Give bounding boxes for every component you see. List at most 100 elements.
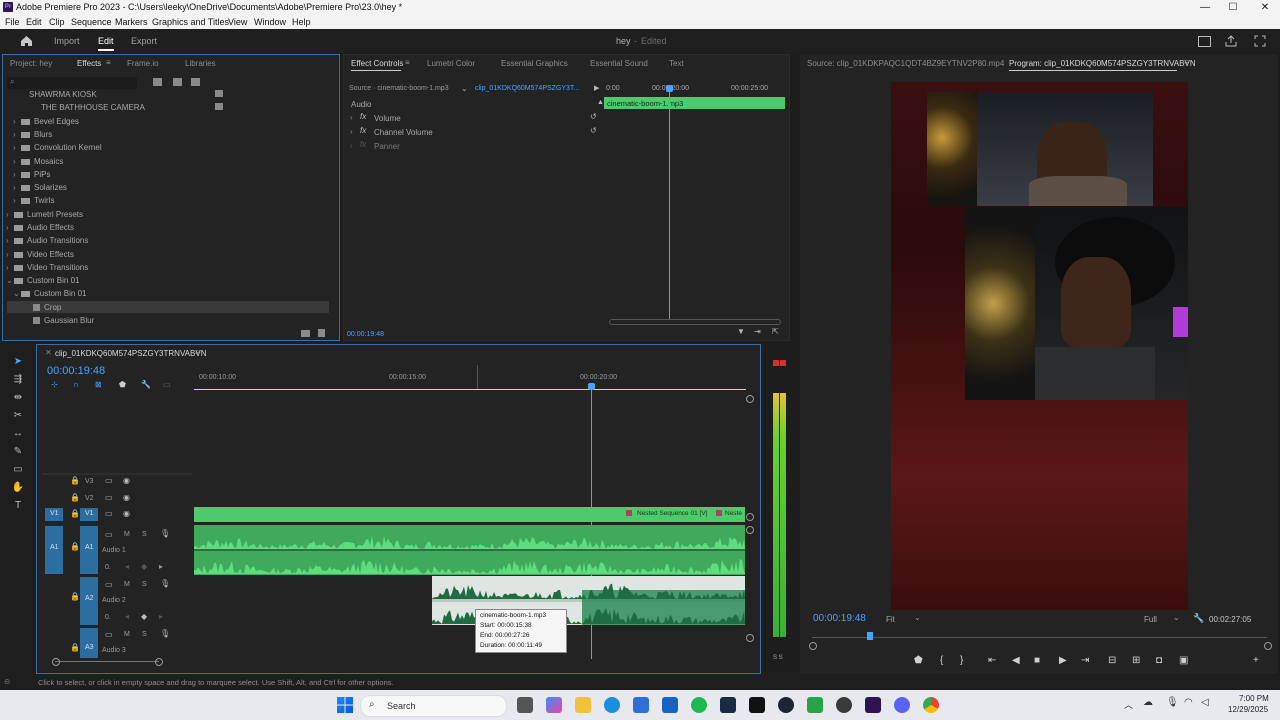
mark-out-icon[interactable]: } xyxy=(960,655,963,666)
add-marker-icon[interactable]: ⬟ xyxy=(914,655,923,666)
meter-solo-labels[interactable]: S S xyxy=(773,655,783,661)
steam-icon[interactable] xyxy=(720,697,736,713)
track-select-tool-icon[interactable]: ⇶ xyxy=(11,373,25,387)
list-item[interactable]: ⌄ Custom Bin 01 xyxy=(6,276,79,285)
mute-button[interactable]: M xyxy=(124,581,130,588)
nest-icon[interactable]: ⊹ xyxy=(51,380,58,389)
scrub-end-handle[interactable] xyxy=(1264,642,1272,650)
sequence-tab[interactable]: clip_01KDKQ60M574PSZGY3TRNVABVN xyxy=(55,349,206,358)
extract-icon[interactable]: ⊞ xyxy=(1132,655,1140,666)
hand-tool-icon[interactable]: ✋ xyxy=(11,481,25,495)
track-target-a2[interactable]: A2 xyxy=(80,577,98,625)
filter-icon[interactable]: ▼ xyxy=(737,327,745,336)
collapse-icon[interactable]: ▲ xyxy=(597,99,604,106)
toggle-sync-icon[interactable]: ▭ xyxy=(105,509,113,518)
toggle-sync-icon[interactable]: ▭ xyxy=(105,476,113,485)
list-item[interactable]: THE BATHHOUSE CAMERA xyxy=(41,103,145,112)
stop-icon[interactable]: ■ xyxy=(1034,655,1040,666)
fx-row-panner[interactable]: › fx Panner xyxy=(350,140,600,152)
close-icon[interactable]: ✕ xyxy=(45,348,52,357)
type-tool-icon[interactable]: T xyxy=(11,499,25,513)
ec-zoom-scrollbar[interactable] xyxy=(609,319,781,325)
menu-markers[interactable]: Markers xyxy=(115,17,148,27)
list-item[interactable]: Gaussian Blur xyxy=(33,316,94,325)
vscroll-handle[interactable] xyxy=(746,513,754,521)
tab-text[interactable]: Text xyxy=(669,59,684,68)
minimize-button[interactable]: — xyxy=(1190,0,1220,15)
program-timecode[interactable]: 00:00:19:48 xyxy=(813,613,866,624)
ripple-edit-tool-icon[interactable]: ⇹ xyxy=(11,391,25,405)
sheets-icon[interactable] xyxy=(807,697,823,713)
tab-export[interactable]: Export xyxy=(131,36,157,46)
reset-icon[interactable]: ↺ xyxy=(590,112,597,121)
32bit-effects-icon[interactable] xyxy=(173,78,182,86)
list-item[interactable]: Crop xyxy=(33,303,61,312)
lock-icon[interactable]: 🔒 xyxy=(70,493,80,502)
menu-window[interactable]: Window xyxy=(254,17,286,27)
timeline-hscroll[interactable] xyxy=(55,661,159,662)
track-target-a3[interactable]: A3 xyxy=(80,628,98,658)
lock-icon[interactable]: 🔒 xyxy=(70,476,80,485)
store-icon[interactable] xyxy=(633,697,649,713)
accelerated-effects-icon[interactable] xyxy=(153,78,162,86)
list-item[interactable]: SHAWRMA KIOSK xyxy=(29,90,97,99)
hscroll-end-handle[interactable] xyxy=(155,658,163,666)
scrub-start-handle[interactable] xyxy=(809,642,817,650)
lift-icon[interactable]: ⊟ xyxy=(1108,655,1116,666)
menu-sequence[interactable]: Sequence xyxy=(71,17,112,27)
fx-row-channel-volume[interactable]: › fx Channel Volume ↺ xyxy=(350,126,600,138)
solo-button[interactable]: S xyxy=(142,631,147,638)
taskbar-time[interactable]: 7:00 PM xyxy=(1239,694,1269,703)
reset-icon[interactable]: ↺ xyxy=(590,126,597,135)
add-button-icon[interactable]: + xyxy=(1253,655,1259,666)
panel-menu-icon[interactable]: ≡ xyxy=(405,58,410,67)
vscroll-handle[interactable] xyxy=(746,634,754,642)
fx-row-volume[interactable]: › fx Volume ↺ xyxy=(350,112,600,124)
source-patch-v1[interactable]: V1 xyxy=(45,508,63,521)
list-item[interactable]: › Audio Transitions xyxy=(6,236,88,245)
linked-selection-icon[interactable]: ⊠ xyxy=(95,380,102,389)
tab-essential-sound[interactable]: Essential Sound xyxy=(590,59,648,68)
menu-help[interactable]: Help xyxy=(292,17,311,27)
menu-file[interactable]: File xyxy=(5,17,20,27)
list-item[interactable]: › Bevel Edges xyxy=(13,117,79,126)
keyframe-icon[interactable]: ◆ xyxy=(141,562,147,571)
fl-studio-icon[interactable] xyxy=(749,697,765,713)
comparison-view-icon[interactable]: ▣ xyxy=(1179,655,1188,666)
play-icon[interactable]: ▶ xyxy=(1059,655,1067,666)
selection-tool-icon[interactable]: ➤ xyxy=(11,355,25,369)
ec-clip-bar[interactable]: cinematic-boom-1.mp3 xyxy=(604,97,785,109)
list-item[interactable]: › Video Effects xyxy=(6,250,74,259)
track-target-a1[interactable]: A1 xyxy=(80,526,98,574)
panel-menu-icon[interactable]: ≡ xyxy=(195,348,200,357)
captions-icon[interactable]: ▭ xyxy=(163,380,171,389)
program-playhead[interactable] xyxy=(867,632,873,640)
solo-button[interactable]: S xyxy=(142,531,147,538)
tab-libraries[interactable]: Libraries xyxy=(185,59,216,68)
discord-icon[interactable] xyxy=(894,697,910,713)
eye-icon[interactable]: ◉ xyxy=(123,476,130,485)
microphone-icon[interactable]: 🎙 xyxy=(160,579,170,588)
source-patch-a1[interactable]: A1 xyxy=(45,526,63,574)
list-item[interactable]: › Blurs xyxy=(13,130,52,139)
program-scrubber[interactable] xyxy=(812,637,1267,638)
capcut-icon[interactable] xyxy=(778,697,794,713)
playhead-handle[interactable] xyxy=(666,85,673,92)
export-frame-icon[interactable]: ⇥ xyxy=(754,327,761,336)
timeline-timecode[interactable]: 00:00:19:48 xyxy=(47,365,105,377)
chrome-icon[interactable] xyxy=(923,697,939,713)
copilot-icon[interactable] xyxy=(546,697,562,713)
go-to-out-icon[interactable]: ⇥ xyxy=(1081,655,1089,666)
volume-icon[interactable]: ◁ xyxy=(1201,697,1209,708)
app-icon[interactable] xyxy=(836,697,852,713)
wifi-icon[interactable]: ◠ xyxy=(1184,697,1193,708)
next-keyframe-icon[interactable]: ▸ xyxy=(159,562,163,571)
hscroll-start-handle[interactable] xyxy=(52,658,60,666)
outlook-icon[interactable] xyxy=(662,697,678,713)
toggle-sync-icon[interactable]: ▭ xyxy=(105,580,113,589)
mark-in-icon[interactable]: { xyxy=(940,655,943,666)
rectangle-tool-icon[interactable]: ▭ xyxy=(11,463,25,477)
share-icon[interactable] xyxy=(1225,35,1237,47)
lock-icon[interactable]: 🔒 xyxy=(70,643,80,652)
lock-icon[interactable]: 🔒 xyxy=(70,509,80,518)
